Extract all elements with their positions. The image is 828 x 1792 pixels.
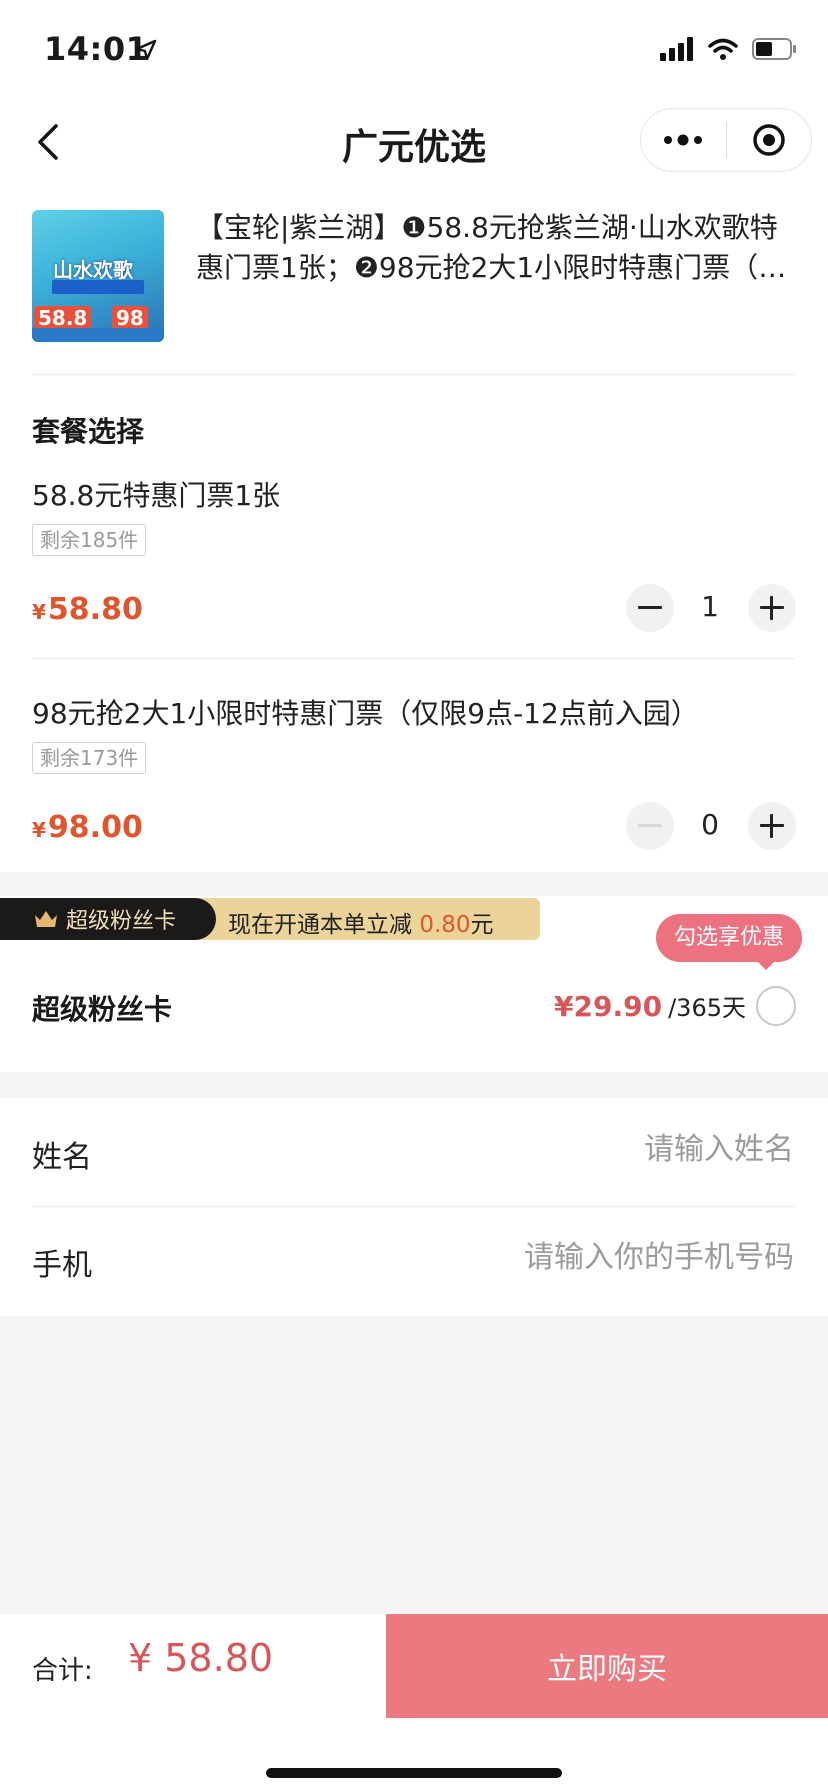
phone-label: 手机: [32, 1248, 92, 1283]
phone-input[interactable]: [372, 1230, 796, 1284]
currency-symbol: ¥: [32, 600, 46, 624]
fan-card-period: /365天: [668, 994, 746, 1022]
package-price: ¥58.80: [32, 592, 143, 627]
fan-card-checkbox[interactable]: [756, 986, 796, 1026]
mini-program-capsule: [640, 108, 812, 172]
total-amount: ¥ 58.80: [128, 1636, 274, 1680]
fan-card-section: 超级粉丝卡 现在开通本单立减 0.80元 勾选享优惠 超级粉丝卡 ¥29.90/…: [0, 896, 828, 1072]
contact-form: 姓名 手机: [0, 1098, 828, 1316]
minus-icon: [638, 606, 662, 609]
more-button[interactable]: [641, 109, 726, 171]
more-dots-icon: [664, 134, 703, 146]
decrement-button[interactable]: [626, 802, 674, 850]
package-name: 98元抢2大1小限时特惠门票（仅限9点-12点前入园）: [32, 697, 699, 730]
status-time: 14:01: [44, 30, 149, 68]
promo-prefix: 现在开通本单立减: [228, 912, 412, 938]
increment-button[interactable]: [748, 802, 796, 850]
thumbnail-price-left: 58.8: [34, 306, 92, 330]
package-name: 58.8元特惠门票1张: [32, 479, 281, 512]
fan-card-promo: 现在开通本单立减 0.80元: [228, 905, 494, 939]
product-thumbnail: 山水欢歌 58.8 98: [32, 210, 164, 342]
back-button[interactable]: [28, 120, 72, 164]
home-indicator-area: [0, 1718, 828, 1792]
discount-tooltip: 勾选享优惠: [655, 914, 802, 962]
buy-now-button[interactable]: 立即购买: [386, 1614, 828, 1718]
thumbnail-title: 山水欢歌: [53, 258, 133, 282]
decrement-button[interactable]: [626, 584, 674, 632]
close-mini-program-button[interactable]: [727, 109, 812, 171]
plus-icon-vertical: [770, 596, 773, 620]
tooltip-arrow: [756, 960, 776, 970]
minus-icon: [638, 824, 662, 827]
increment-button[interactable]: [748, 584, 796, 632]
fan-card-tag: 超级粉丝卡: [0, 898, 216, 940]
thumbnail-ribbon: [52, 280, 144, 294]
quantity-value: 0: [701, 808, 719, 841]
name-input[interactable]: [372, 1122, 796, 1176]
plus-icon-vertical: [770, 814, 773, 838]
thumbnail-footer-strip: [32, 328, 164, 342]
chevron-left-icon: [38, 124, 58, 160]
quantity-value: 1: [701, 590, 719, 623]
fan-card-label: 超级粉丝卡: [32, 993, 173, 1026]
fan-card-price-value: ¥29.90: [554, 990, 663, 1023]
crown-icon: [35, 911, 57, 927]
wifi-icon: [708, 38, 738, 60]
location-arrow-icon: [135, 39, 157, 61]
divider: [32, 658, 796, 659]
status-icons: [660, 34, 798, 64]
product-section: 山水欢歌 58.8 98 【宝轮|紫兰湖】❶58.8元抢紫兰湖·山水欢歌特惠门票…: [0, 188, 828, 872]
fan-card-tag-label: 超级粉丝卡: [66, 909, 177, 934]
promo-suffix: 元: [470, 912, 494, 938]
status-bar: 14:01: [0, 0, 828, 96]
total-label: 合计:: [32, 1656, 93, 1686]
stock-badge: 剩余185件: [32, 524, 147, 556]
currency-symbol: ¥: [32, 818, 46, 842]
signal-icon: [660, 37, 693, 61]
price-value: 58.80: [47, 592, 143, 627]
price-value: 98.00: [47, 810, 143, 845]
package-section-title: 套餐选择: [32, 415, 145, 448]
divider: [32, 374, 796, 375]
stock-badge: 剩余173件: [32, 742, 147, 774]
package-price: ¥98.00: [32, 810, 143, 845]
thumbnail-price-right: 98: [112, 306, 148, 330]
product-name: 【宝轮|紫兰湖】❶58.8元抢紫兰湖·山水欢歌特惠门票1张；❷98元抢2大1小限…: [196, 211, 787, 284]
divider: [32, 1206, 796, 1207]
home-indicator[interactable]: [266, 1768, 562, 1778]
fan-card-banner: 超级粉丝卡 现在开通本单立减 0.80元: [0, 898, 540, 940]
nav-bar: 广元优选: [0, 96, 828, 188]
name-label: 姓名: [32, 1140, 92, 1175]
promo-amount: 0.80: [419, 912, 471, 938]
checkout-bar: 合计: ¥ 58.80 立即购买: [0, 1614, 828, 1718]
target-close-icon: [753, 124, 785, 156]
battery-icon: [752, 38, 796, 60]
fan-card-price: ¥29.90/365天: [554, 988, 746, 1023]
